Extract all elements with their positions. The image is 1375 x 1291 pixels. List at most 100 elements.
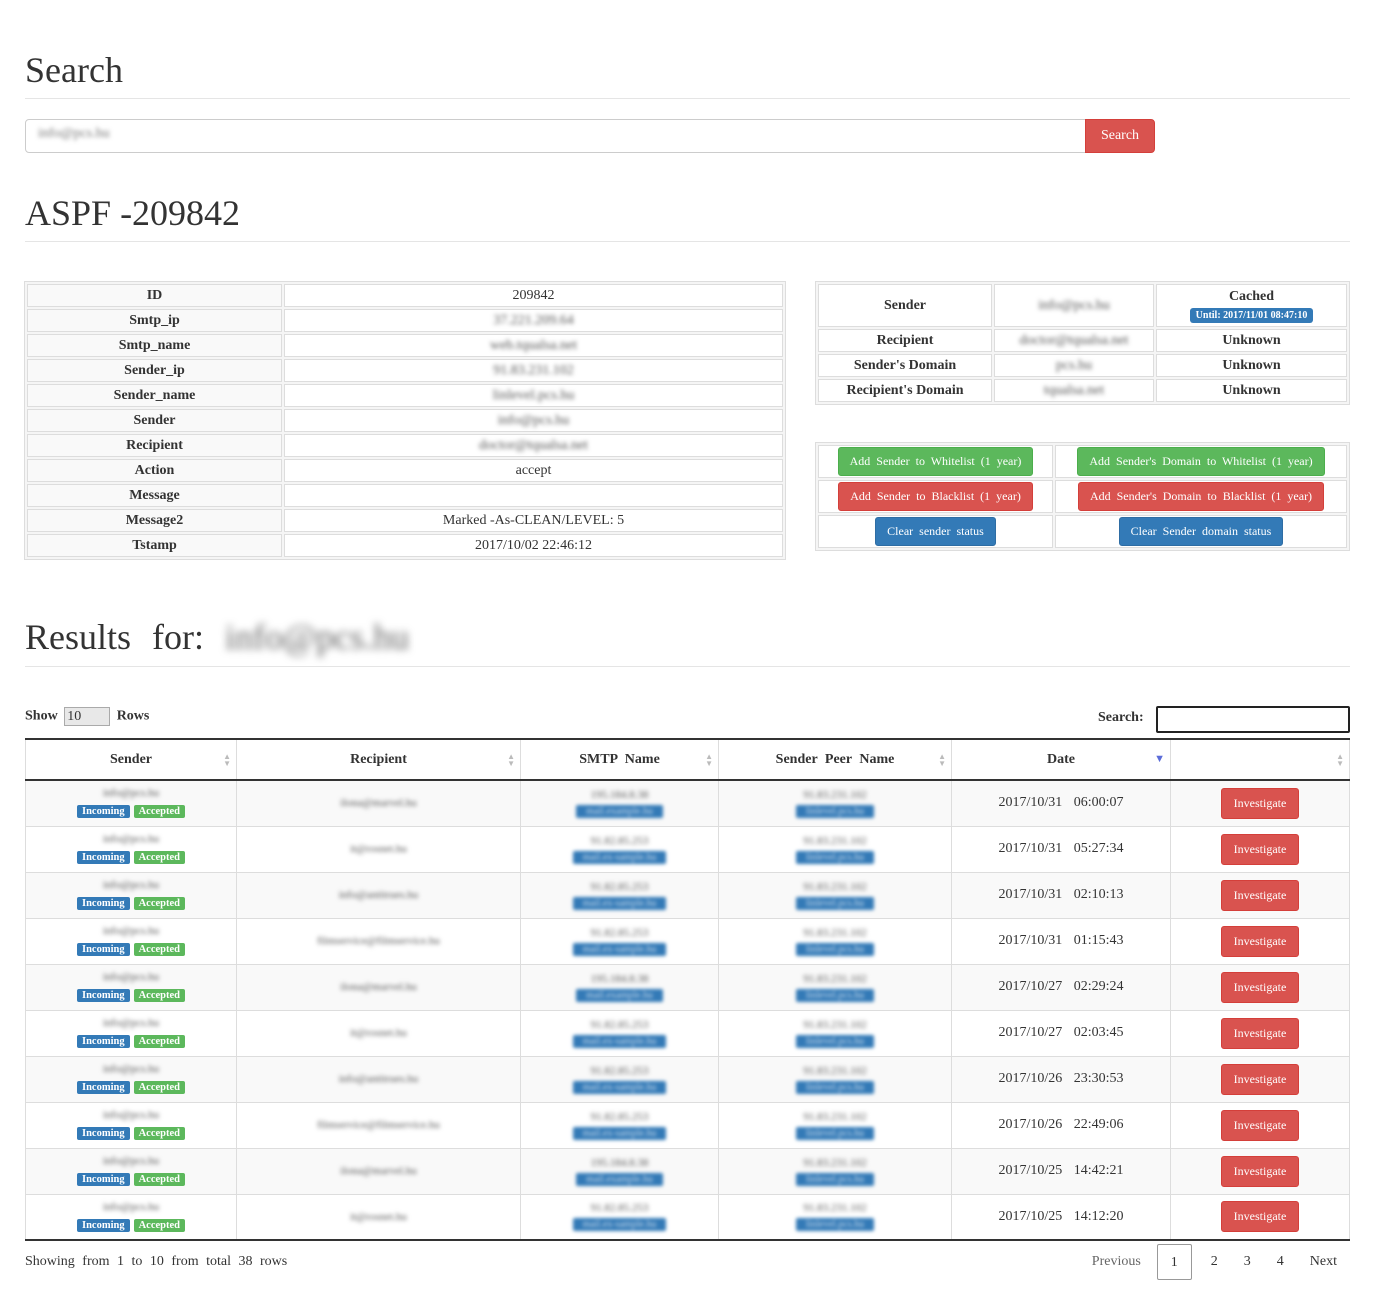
detail-row: ID 209842 bbox=[27, 284, 783, 307]
smtp-cell: 91.82.85.253 mail.ex-sample.hu bbox=[520, 1009, 719, 1057]
investigate-button[interactable]: Investigate bbox=[1220, 1017, 1300, 1049]
recipient-cell: it@rosnet.hu bbox=[236, 825, 521, 873]
column-header-recipient[interactable]: Recipient ▲ ▼ bbox=[236, 739, 521, 781]
page-button[interactable]: 2 bbox=[1198, 1244, 1231, 1280]
table-row: info@pcs.hu Incoming Accepted filmservice@f… bbox=[25, 917, 1350, 965]
status-label: Recipient's Domain bbox=[818, 379, 992, 402]
table-search-input[interactable] bbox=[1156, 706, 1350, 733]
incoming-tag: Incoming bbox=[77, 1127, 130, 1140]
sort-icon: ▲ ▼ bbox=[1336, 752, 1344, 768]
field-key: Sender_name bbox=[27, 384, 282, 407]
smtp-cell: 91.82.85.253 mail.ex-sample.hu bbox=[520, 825, 719, 873]
column-header-date[interactable]: Date ▼ bbox=[951, 739, 1171, 781]
field-value-cell: 2017/10/02 22:46:12 bbox=[284, 534, 783, 557]
smtp-ip: 91.82.85.253 bbox=[590, 1110, 649, 1123]
clear-sender-status-button[interactable]: Clear sender status bbox=[875, 517, 996, 546]
whitelist-domain-button[interactable]: Add Sender's Domain to Whitelist (1 year… bbox=[1077, 447, 1325, 476]
detail-row: Smtp_ip 37.221.209.64 bbox=[27, 309, 783, 332]
recipient-cell: ilona@marvel.hu bbox=[236, 779, 521, 827]
sort-icon: ▲ ▼ bbox=[507, 752, 515, 768]
detail-row: Tstamp 2017/10/02 22:46:12 bbox=[27, 534, 783, 557]
investigate-button[interactable]: Investigate bbox=[1220, 879, 1300, 911]
next-page-button[interactable]: Next bbox=[1297, 1244, 1350, 1280]
recipient-email: filmservice@filmservice.hu bbox=[317, 935, 440, 947]
table-row: info@pcs.hu Incoming Accepted ilona@marvel.… bbox=[25, 1147, 1350, 1195]
smtp-name-tag: mail.ex-sample.hu bbox=[572, 1034, 667, 1048]
column-header-sender[interactable]: Sender ▲ ▼ bbox=[25, 739, 237, 781]
sender-cell: info@pcs.hu Incoming Accepted bbox=[25, 1193, 237, 1241]
peer-ip: 91.83.231.102 bbox=[803, 788, 867, 801]
blacklist-domain-button[interactable]: Add Sender's Domain to Blacklist (1 year… bbox=[1077, 482, 1325, 511]
investigate-button[interactable]: Investigate bbox=[1220, 971, 1300, 1003]
action-cell: Investigate bbox=[1170, 1147, 1350, 1195]
page-button-current[interactable]: 1 bbox=[1156, 1244, 1192, 1280]
table-row: info@pcs.hu Incoming Accepted it@rosnet.hu 9… bbox=[25, 1193, 1350, 1241]
detail-row: Sender_name linlevel.pcs.hu bbox=[27, 384, 783, 407]
incoming-tag: Incoming bbox=[77, 989, 130, 1002]
detail-row: Smtp_name web.tqualsa.net bbox=[27, 334, 783, 357]
field-key: Recipient bbox=[27, 434, 282, 457]
investigate-button[interactable]: Investigate bbox=[1220, 1109, 1300, 1141]
field-value-cell: web.tqualsa.net bbox=[284, 334, 783, 357]
blacklist-sender-button[interactable]: Add Sender to Blacklist (1 year) bbox=[838, 482, 1033, 511]
column-header-actions[interactable]: ▲ ▼ bbox=[1170, 739, 1350, 781]
column-header-peer-name[interactable]: Sender Peer Name ▲ ▼ bbox=[718, 739, 952, 781]
cache-until-badge: Until: 2017/11/01 08:47:10 bbox=[1189, 307, 1314, 323]
field-value: 37.221.209.64 bbox=[493, 312, 574, 328]
field-value: 91.83.231.102 bbox=[493, 362, 574, 378]
accepted-tag: Accepted bbox=[133, 1081, 185, 1094]
previous-page-button[interactable]: Previous bbox=[1092, 1244, 1157, 1280]
status-label: Sender bbox=[818, 284, 992, 327]
smtp-cell: 91.82.85.253 mail.ex-sample.hu bbox=[520, 871, 719, 919]
smtp-cell: 195.184.8.38 mail.example.hu bbox=[520, 1147, 719, 1195]
smtp-ip: 195.184.8.38 bbox=[590, 972, 649, 985]
search-input[interactable]: info@pcs.hu bbox=[25, 119, 1086, 153]
smtp-name-tag: mail.ex-sample.hu bbox=[572, 942, 667, 956]
recipient-cell: it@rosnet.hu bbox=[236, 1009, 521, 1057]
field-value-cell: doctor@tqualsa.net bbox=[284, 434, 783, 457]
action-cell: Investigate bbox=[1170, 1009, 1350, 1057]
sort-icon: ▲ ▼ bbox=[938, 752, 946, 768]
smtp-ip: 91.82.85.253 bbox=[590, 880, 649, 893]
investigate-button[interactable]: Investigate bbox=[1220, 1201, 1300, 1233]
search-button[interactable]: Search bbox=[1085, 119, 1155, 153]
recipient-email: it@rosnet.hu bbox=[350, 1210, 407, 1223]
recipient-cell: filmservice@filmservice.hu bbox=[236, 917, 521, 965]
accepted-tag: Accepted bbox=[133, 989, 185, 1002]
page-button[interactable]: 4 bbox=[1264, 1244, 1297, 1280]
peer-ip: 91.83.231.102 bbox=[803, 880, 867, 893]
investigate-button[interactable]: Investigate bbox=[1220, 833, 1300, 865]
smtp-cell: 91.82.85.253 mail.ex-sample.hu bbox=[520, 1101, 719, 1149]
accepted-tag: Accepted bbox=[133, 1127, 185, 1140]
table-row: info@pcs.hu Incoming Accepted it@rosnet.hu 9… bbox=[25, 825, 1350, 873]
whitelist-sender-button[interactable]: Add Sender to Whitelist (1 year) bbox=[837, 447, 1034, 476]
field-key: ID bbox=[27, 284, 282, 307]
rows-per-page-select[interactable]: 10 bbox=[64, 707, 111, 726]
investigate-button[interactable]: Investigate bbox=[1220, 1063, 1300, 1095]
field-key: Action bbox=[27, 459, 282, 482]
investigate-button[interactable]: Investigate bbox=[1220, 1155, 1300, 1187]
smtp-name-tag: mail.ex-sample.hu bbox=[572, 850, 667, 864]
column-header-smtp-name[interactable]: SMTP Name ▲ ▼ bbox=[520, 739, 719, 781]
peer-name-tag: linlevel.pcs.hu bbox=[795, 1218, 875, 1232]
date-cell: 2017/10/31 05:27:34 bbox=[951, 825, 1171, 873]
rows-label: Rows bbox=[116, 708, 150, 724]
investigate-button[interactable]: Investigate bbox=[1220, 787, 1300, 819]
action-cell: Investigate bbox=[1170, 1101, 1350, 1149]
field-key: Message bbox=[27, 484, 282, 507]
detail-row: Action accept bbox=[27, 459, 783, 482]
recipient-cell: info@antitrues.hu bbox=[236, 871, 521, 919]
clear-domain-status-button[interactable]: Clear Sender domain status bbox=[1118, 517, 1284, 546]
sender-cell: info@pcs.hu Incoming Accepted bbox=[25, 1101, 237, 1149]
field-value-cell: 37.221.209.64 bbox=[284, 309, 783, 332]
field-value-cell: Marked -As-CLEAN/LEVEL: 5 bbox=[284, 509, 783, 532]
sender-email: info@pcs.hu bbox=[102, 879, 160, 891]
peer-ip: 91.83.231.102 bbox=[803, 1018, 867, 1031]
page-button[interactable]: 3 bbox=[1231, 1244, 1264, 1280]
detail-row: Sender info@pcs.hu bbox=[27, 409, 783, 432]
status-text: Cached bbox=[1228, 288, 1275, 304]
investigate-button[interactable]: Investigate bbox=[1220, 925, 1300, 957]
table-row: info@pcs.hu Incoming Accepted ilona@marvel.… bbox=[25, 779, 1350, 827]
table-row: info@pcs.hu Incoming Accepted info@antitrue… bbox=[25, 1055, 1350, 1103]
smtp-cell: 195.184.8.38 mail.example.hu bbox=[520, 963, 719, 1011]
